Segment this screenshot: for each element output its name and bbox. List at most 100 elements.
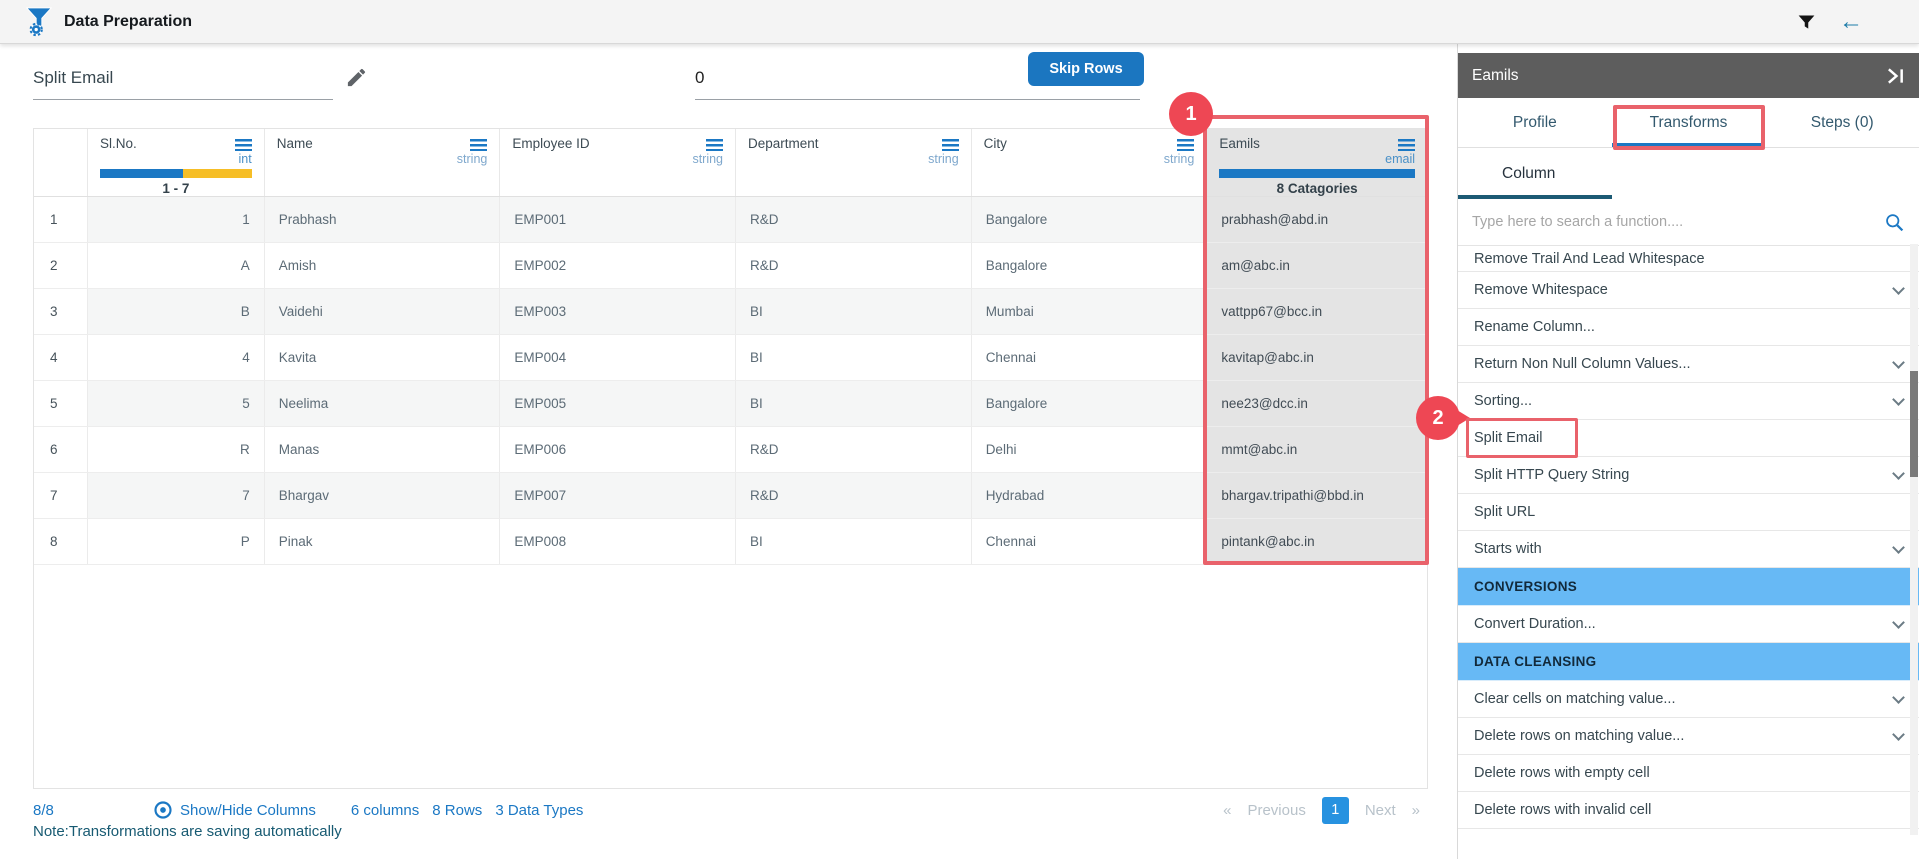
column-type: int: [100, 152, 252, 166]
data-table: Sl.No. int 1 - 7 Name string Employee ID…: [33, 128, 1428, 789]
function-item-convert-duration[interactable]: Convert Duration...: [1458, 606, 1919, 643]
tab-steps[interactable]: Steps (0): [1765, 98, 1919, 147]
pagination-first-icon[interactable]: «: [1223, 802, 1231, 819]
sidebar-tabs: Profile Transforms Steps (0): [1458, 98, 1919, 148]
pagination-next[interactable]: Next: [1365, 802, 1396, 819]
cell-slno: B: [88, 289, 265, 334]
tab-transforms[interactable]: Transforms: [1612, 98, 1766, 147]
column-header-slno: Sl.No. int 1 - 7: [88, 129, 265, 196]
collapse-panel-icon[interactable]: [1886, 67, 1905, 85]
function-item-return-non-null-column-values[interactable]: Return Non Null Column Values...: [1458, 346, 1919, 383]
row-number: 7: [34, 473, 88, 518]
table-row[interactable]: 4 4 Kavita EMP004 BI Chennai kavitap@abc…: [34, 335, 1427, 381]
row-number: 2: [34, 243, 88, 288]
function-item-rename-column[interactable]: Rename Column...: [1458, 309, 1919, 346]
column-type: email: [1219, 152, 1415, 166]
function-item-delete-rows-on-matching-value[interactable]: Delete rows on matching value...: [1458, 718, 1919, 755]
chevron-down-icon: [1892, 467, 1905, 480]
column-type: string: [512, 152, 723, 166]
column-header-city: City string: [972, 129, 1208, 196]
pagination-page-1[interactable]: 1: [1322, 797, 1349, 824]
cell-employee-id: EMP005: [500, 381, 736, 426]
show-hide-columns-link[interactable]: Show/Hide Columns: [180, 802, 316, 819]
column-menu-icon[interactable]: [235, 139, 252, 151]
columns-info: 6 columns: [351, 802, 419, 819]
cell-email: vattpp67@bcc.in: [1207, 289, 1427, 334]
cell-email: pintank@abc.in: [1207, 519, 1427, 564]
edit-pencil-icon[interactable]: [345, 66, 368, 94]
table-row[interactable]: 8 P Pinak EMP008 BI Chennai pintank@abc.…: [34, 519, 1427, 565]
search-icon[interactable]: [1884, 212, 1905, 233]
cell-city: Delhi: [972, 427, 1208, 472]
cell-department: BI: [736, 335, 972, 380]
pagination-last-icon[interactable]: »: [1412, 802, 1420, 819]
cell-slno: 1: [88, 197, 265, 242]
table-row[interactable]: 1 1 Prabhash EMP001 R&D Bangalore prabha…: [34, 197, 1427, 243]
table-row[interactable]: 2 A Amish EMP002 R&D Bangalore am@abc.in: [34, 243, 1427, 289]
function-item-delete-rows-with-empty-cell[interactable]: Delete rows with empty cell: [1458, 755, 1919, 792]
function-item-split-url[interactable]: Split URL: [1458, 494, 1919, 531]
cell-slno: 4: [88, 335, 265, 380]
column-categories: 8 Catagories: [1219, 181, 1415, 196]
cell-department: R&D: [736, 197, 972, 242]
column-menu-icon[interactable]: [1398, 139, 1415, 151]
chevron-down-icon: [1892, 691, 1905, 704]
column-header-eamils: Eamils email 8 Catagories: [1207, 129, 1427, 196]
transform-form: Skip Rows: [0, 44, 1457, 128]
skip-rows-button[interactable]: Skip Rows: [1028, 52, 1144, 86]
function-item-clear-cells-on-matching-value[interactable]: Clear cells on matching value...: [1458, 681, 1919, 718]
sidebar-scrollbar-thumb[interactable]: [1910, 371, 1918, 477]
autosave-note: Note:Transformations are saving automati…: [33, 823, 342, 840]
pagination-previous[interactable]: Previous: [1247, 802, 1305, 819]
table-row[interactable]: 3 B Vaidehi EMP003 BI Mumbai vattpp67@bc…: [34, 289, 1427, 335]
filter-icon[interactable]: [1796, 12, 1817, 33]
data-quality-bar: [100, 169, 252, 178]
tab-profile[interactable]: Profile: [1458, 98, 1612, 147]
function-item-remove-whitespace[interactable]: Remove Whitespace: [1458, 272, 1919, 309]
chevron-down-icon: [1892, 728, 1905, 741]
column-menu-icon[interactable]: [942, 139, 959, 151]
table-row[interactable]: 5 5 Neelima EMP005 BI Bangalore nee23@dc…: [34, 381, 1427, 427]
table-row[interactable]: 7 7 Bhargav EMP007 R&D Hydrabad bhargav.…: [34, 473, 1427, 519]
app-logo-icon: [24, 6, 54, 38]
column-menu-icon[interactable]: [1177, 139, 1194, 151]
column-menu-icon[interactable]: [470, 139, 487, 151]
column-title: Eamils: [1219, 136, 1260, 151]
cell-slno: P: [88, 519, 265, 564]
top-bar: Data Preparation ←: [0, 0, 1919, 44]
transform-name-input[interactable]: [33, 56, 333, 100]
cell-email: prabhash@abd.in: [1207, 197, 1427, 242]
column-title: Employee ID: [512, 136, 589, 151]
cell-employee-id: EMP007: [500, 473, 736, 518]
function-item-remove-trail-and-lead-whitespace[interactable]: Remove Trail And Lead Whitespace: [1458, 246, 1919, 272]
cell-department: R&D: [736, 243, 972, 288]
function-item-split-http-query-string[interactable]: Split HTTP Query String: [1458, 457, 1919, 494]
eye-icon[interactable]: [153, 800, 173, 820]
sidebar-scrollbar-track[interactable]: [1910, 244, 1918, 835]
cell-department: R&D: [736, 427, 972, 472]
table-row[interactable]: 6 R Manas EMP006 R&D Delhi mmt@abc.in: [34, 427, 1427, 473]
cell-department: R&D: [736, 473, 972, 518]
cell-city: Chennai: [972, 335, 1208, 380]
cell-employee-id: EMP001: [500, 197, 736, 242]
pagination: « Previous 1 Next »: [1223, 795, 1420, 825]
cell-slno: A: [88, 243, 265, 288]
function-item-delete-rows-with-invalid-cell[interactable]: Delete rows with invalid cell: [1458, 792, 1919, 829]
function-search-input[interactable]: [1472, 214, 1884, 230]
function-item-split-email[interactable]: Split Email: [1458, 420, 1919, 457]
column-title: Sl.No.: [100, 136, 137, 151]
cell-name: Pinak: [265, 519, 501, 564]
cell-employee-id: EMP002: [500, 243, 736, 288]
chevron-down-icon: [1892, 356, 1905, 369]
function-item-sorting[interactable]: Sorting...: [1458, 383, 1919, 420]
column-type: string: [748, 152, 959, 166]
row-number: 3: [34, 289, 88, 334]
back-arrow-icon[interactable]: ←: [1839, 10, 1863, 34]
rows-info: 8 Rows: [432, 802, 482, 819]
cell-email: bhargav.tripathi@bbd.in: [1207, 473, 1427, 518]
subtab-column[interactable]: Column: [1502, 165, 1555, 183]
cell-city: Bangalore: [972, 381, 1208, 426]
visible-columns-count: 8/8: [33, 802, 75, 819]
function-item-starts-with[interactable]: Starts with: [1458, 531, 1919, 568]
column-menu-icon[interactable]: [706, 139, 723, 151]
